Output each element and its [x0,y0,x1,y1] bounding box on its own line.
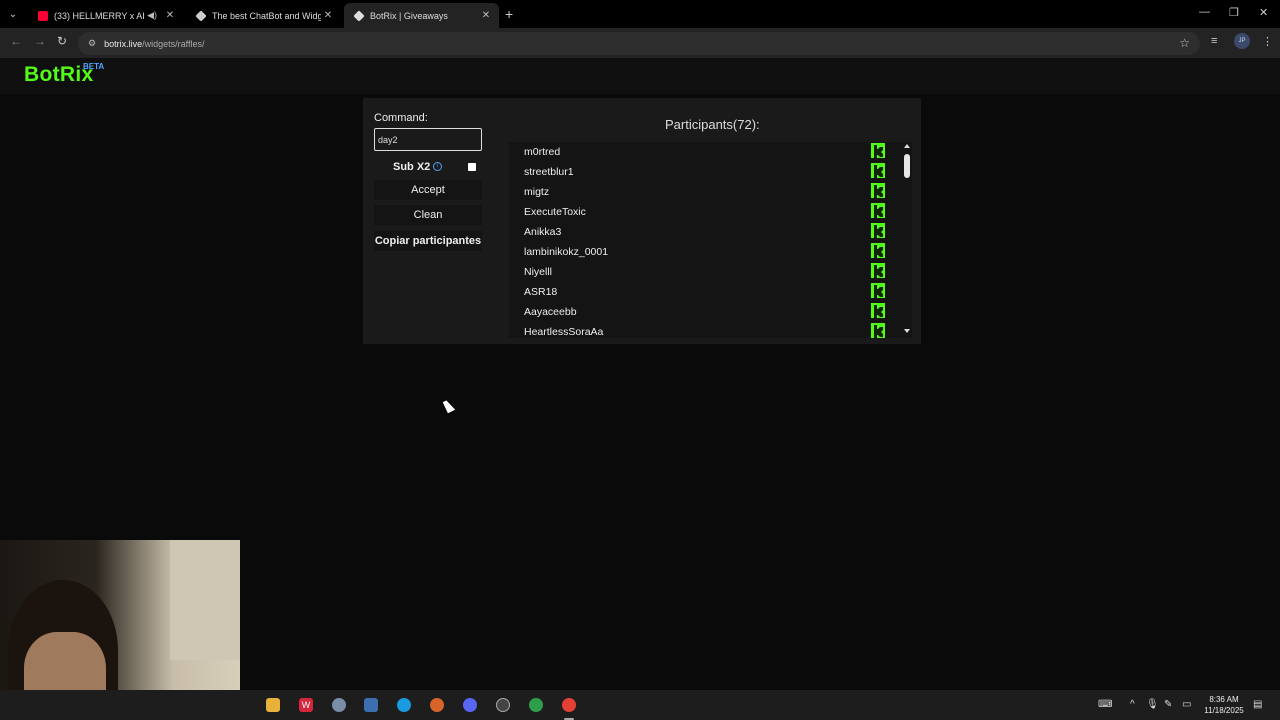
command-label: Command: [374,112,428,124]
kick-icon [871,243,885,259]
speaker-icon[interactable]: ◀) [147,10,157,21]
network-icon[interactable]: ▭ [1182,699,1191,710]
youtube-favicon-icon [38,10,48,21]
tab-search-chevron-icon[interactable]: ⌄ [4,5,22,23]
back-icon[interactable]: ← [10,34,22,48]
clock-time: 8:36 AM [1209,695,1239,704]
copy-participants-button[interactable]: Copiar participantes [374,231,482,251]
edge-icon[interactable] [397,698,411,712]
participant-name: m0rtred [524,146,561,158]
tray-chevron-icon[interactable]: ^ [1130,699,1135,710]
keyboard-icon[interactable]: ⌨ [1098,699,1112,710]
info-icon[interactable]: i [433,162,442,171]
scrollbar-thumb[interactable] [904,154,910,178]
tab-botrix-home[interactable]: The best ChatBot and Widgets ✕ [186,3,341,28]
browser-toolbar: ← → ↻ ⚙ botrix.live/widgets/raffles/ ☆ ≡… [0,28,1280,58]
clock-date: 11/18/2025 [1204,706,1244,715]
restore-icon[interactable]: ❐ [1229,6,1239,19]
participants-list[interactable]: m0rtred streetblur1 migtz ExecuteToxic Anikk… [509,142,912,338]
close-tab-icon[interactable]: ✕ [321,10,335,21]
tab-title: The best ChatBot and Widgets [212,10,321,21]
list-scrollbar[interactable] [902,142,912,338]
windows-taskbar: W ⌨ ^ 🎙 ✎ ▭ 8:36 AM 11/18/2025 ▤ [0,690,1280,720]
participant-name: Niyelll [524,266,553,278]
sub-x2-label: Sub X2 [393,161,431,173]
calculator-icon[interactable] [364,698,378,712]
scroll-down-icon[interactable] [904,329,910,333]
chrome-icon[interactable] [529,698,543,712]
participant-row: migtz [509,182,899,202]
pen-icon[interactable]: ✎ [1164,699,1172,710]
participant-row: streetblur1 [509,162,899,182]
participant-name: ASR18 [524,286,558,298]
system-clock[interactable]: 8:36 AM 11/18/2025 [1199,694,1249,716]
close-tab-icon[interactable]: ✕ [479,10,493,21]
participant-name: ExecuteToxic [524,206,586,218]
command-input[interactable] [374,128,482,151]
kick-icon [871,163,885,179]
firefox-icon[interactable] [430,698,444,712]
participant-row: m0rtred [509,142,899,162]
kick-icon [871,203,885,219]
participant-row: ExecuteToxic [509,202,899,222]
webcam-background [170,540,240,660]
profile-avatar[interactable]: JP [1234,33,1250,49]
kick-icon [871,143,885,159]
participant-row: HeartlessSoraAa [509,322,899,338]
botrix-favicon-icon [195,9,207,22]
tab-title: BotRix | Giveaways [370,10,448,21]
scroll-up-icon[interactable] [904,144,910,148]
participant-row: Anikka3 [509,222,899,242]
reading-list-icon[interactable]: ≡ [1211,35,1217,47]
participant-name: Anikka3 [524,226,562,238]
address-bar[interactable]: ⚙ botrix.live/widgets/raffles/ ☆ [78,32,1200,55]
kick-icon [871,223,885,239]
wps-office-icon[interactable]: W [299,698,313,712]
bookmark-star-icon[interactable]: ☆ [1179,36,1190,50]
new-tab-icon[interactable]: + [505,6,513,22]
kick-icon [871,323,885,338]
participant-row: Niyelll [509,262,899,282]
app-header: BotRix BETA [0,58,1280,94]
file-explorer-icon[interactable] [266,698,280,712]
notification-icon[interactable]: ▤ [1253,699,1262,710]
sub-x2-checkbox[interactable] [468,163,476,171]
kick-icon [871,303,885,319]
accept-button[interactable]: Accept [374,180,482,200]
forward-icon[interactable]: → [34,34,46,48]
settings-app-icon[interactable] [332,698,346,712]
close-window-icon[interactable]: ✕ [1259,6,1268,19]
kick-icon [871,263,885,279]
participant-name: streetblur1 [524,166,574,178]
discord-icon[interactable] [463,698,477,712]
kick-icon [871,183,885,199]
botrix-favicon-icon [353,9,365,22]
raffle-panel: Command: Sub X2 i Accept Clean Copiar pa… [363,98,921,344]
reload-icon[interactable]: ↻ [57,34,67,48]
url-host: botrix.live [104,38,143,49]
close-tab-icon[interactable]: ✕ [163,10,177,21]
participants-title: Participants(72): [665,117,760,132]
microphone-icon[interactable]: 🎙 [1146,699,1159,710]
chrome-active-icon[interactable] [562,698,576,712]
participant-row: lambinikokz_0001 [509,242,899,262]
url-path: /widgets/raffles/ [142,38,205,49]
participant-name: lambinikokz_0001 [524,246,609,258]
participant-name: HeartlessSoraAa [524,326,604,338]
tab-title: (33) HELLMERRY x AI James [54,10,147,21]
participant-row: Aayaceebb [509,302,899,322]
obs-icon[interactable] [496,698,510,712]
participant-row: ASR18 [509,282,899,302]
minimize-icon[interactable]: — [1199,6,1210,18]
beta-badge: BETA [83,62,105,71]
kick-icon [871,283,885,299]
site-settings-icon[interactable]: ⚙ [88,38,96,49]
participant-name: migtz [524,186,550,198]
clean-button[interactable]: Clean [374,205,482,225]
browser-tab-strip: ⌄ (33) HELLMERRY x AI James ◀) ✕ The bes… [0,0,1280,28]
tab-botrix-giveaways[interactable]: BotRix | Giveaways ✕ [344,3,499,28]
participant-name: Aayaceebb [524,306,577,318]
menu-kebab-icon[interactable]: ⋮ [1262,35,1273,48]
tab-youtube[interactable]: (33) HELLMERRY x AI James ◀) ✕ [28,3,183,28]
